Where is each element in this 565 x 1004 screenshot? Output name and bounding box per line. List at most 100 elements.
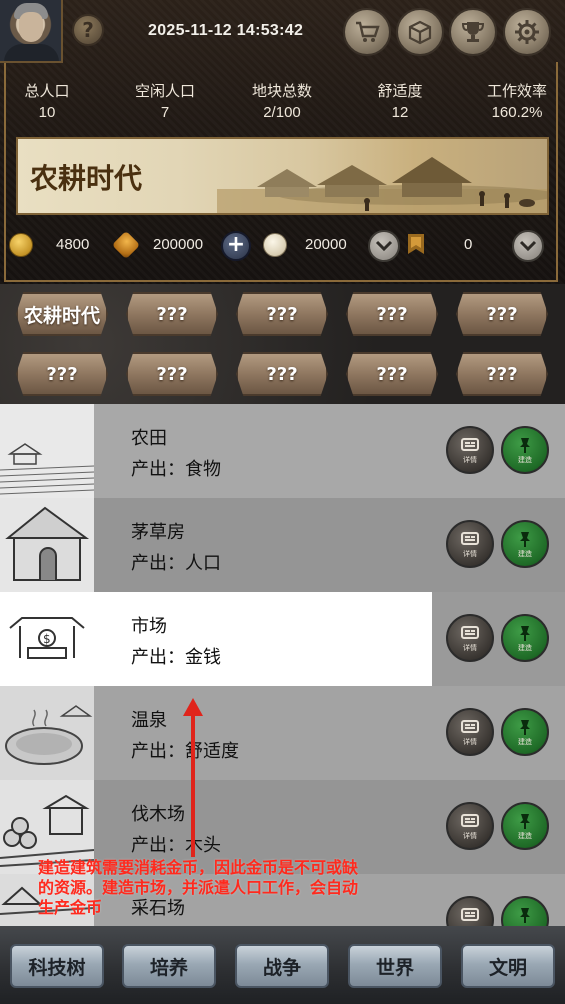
stat-efficiency-value: 160.2%: [491, 104, 543, 121]
cart-icon: [356, 21, 380, 42]
details-button[interactable]: 详情: [446, 520, 494, 568]
details-label: 详情: [463, 831, 477, 840]
village-scene-image: [217, 157, 547, 213]
top-panel: ? 2025-11-12 14:53:42 总人口 10 空闲人口 7 地块总数: [0, 0, 565, 284]
settings-button[interactable]: [503, 8, 551, 56]
tab-locked-era[interactable]: ???: [236, 352, 328, 396]
nav-training[interactable]: 培养: [122, 944, 216, 988]
tab-locked-era[interactable]: ???: [236, 292, 328, 336]
silver-amount: 20000: [305, 236, 347, 253]
details-icon: [461, 437, 479, 451]
stat-comfort-label: 舒适度: [377, 82, 423, 100]
build-label: 建造: [518, 549, 532, 558]
building-output: 产出：金钱: [131, 647, 221, 668]
pin-icon: [520, 907, 530, 923]
details-label: 详情: [463, 549, 477, 558]
stat-total-population-label: 总人口: [24, 82, 70, 100]
stat-efficiency-label: 工作效率: [486, 82, 547, 100]
tutorial-note: 建造建筑需要消耗金币，因此金币是不可或缺的资源。建造市场，并派遣人口工作，会自动…: [38, 858, 359, 917]
details-button[interactable]: 详情: [446, 426, 494, 474]
details-button[interactable]: 详情: [446, 708, 494, 756]
build-button[interactable]: 建造: [501, 614, 549, 662]
build-button[interactable]: 建造: [501, 896, 549, 926]
datetime-display: 2025-11-12 14:53:42: [148, 22, 304, 39]
era-banner: 农耕时代: [16, 137, 549, 215]
pin-icon: [520, 437, 530, 453]
tab-locked-era[interactable]: ???: [346, 292, 438, 336]
details-label: 详情: [463, 455, 477, 464]
details-button[interactable]: 详情: [446, 896, 494, 926]
tab-locked-era[interactable]: ???: [16, 352, 108, 396]
shop-box-button[interactable]: [396, 8, 444, 56]
avatar-face: [19, 12, 43, 42]
expand-resources-button[interactable]: [368, 230, 400, 262]
tab-locked-era[interactable]: ???: [126, 352, 218, 396]
build-button[interactable]: 建造: [501, 708, 549, 756]
chevron-down-icon: [519, 240, 537, 252]
nav-tech-tree[interactable]: 科技树: [10, 944, 104, 988]
gear-icon: [515, 20, 539, 44]
help-button[interactable]: ?: [72, 14, 104, 46]
details-button[interactable]: 详情: [446, 802, 494, 850]
building-row-market[interactable]: $ 市场 产出：金钱 详情 建造: [0, 592, 565, 686]
tab-agriculture-era[interactable]: 农耕时代: [16, 292, 108, 336]
tab-locked-era[interactable]: ???: [126, 292, 218, 336]
tab-locked-era[interactable]: ???: [346, 352, 438, 396]
building-output: 产出：木头: [131, 835, 221, 856]
shop-cart-button[interactable]: [343, 8, 391, 56]
tab-locked-era[interactable]: ???: [456, 292, 548, 336]
building-name: 茅草房: [131, 522, 185, 543]
build-button[interactable]: 建造: [501, 426, 549, 474]
stat-idle-population-value: 7: [160, 104, 170, 121]
stat-idle-population-label: 空闲人口: [134, 82, 195, 100]
build-button[interactable]: 建造: [501, 802, 549, 850]
tab-locked-era[interactable]: ???: [456, 352, 548, 396]
details-icon: [461, 719, 479, 733]
era-title: 农耕时代: [30, 162, 143, 195]
hot-spring-image: [0, 686, 94, 780]
pin-icon: [520, 625, 530, 641]
stat-plots-value: 2/100: [263, 104, 301, 121]
pin-icon: [520, 719, 530, 735]
building-output: 产出：人口: [131, 553, 221, 574]
trophy-icon: [461, 22, 485, 42]
add-resource-button[interactable]: +: [221, 231, 251, 261]
nav-war[interactable]: 战争: [235, 944, 329, 988]
building-name: 市场: [131, 616, 167, 637]
building-row-thatched-house[interactable]: 茅草房 产出：人口 详情 建造: [0, 498, 565, 592]
bottom-nav: 科技树 培养 战争 世界 文明: [0, 926, 565, 1004]
build-button[interactable]: 建造: [501, 520, 549, 568]
special-amount: 0: [464, 236, 473, 253]
build-label: 建造: [518, 831, 532, 840]
build-label: 建造: [518, 455, 532, 464]
svg-text:$: $: [43, 632, 51, 646]
thatched-house-image: [0, 498, 94, 592]
details-icon: [461, 531, 479, 545]
player-avatar[interactable]: [0, 0, 63, 63]
avatar-suit: [4, 44, 59, 61]
build-label: 建造: [518, 737, 532, 746]
silver-coin-icon: [263, 233, 287, 257]
gold-amount: 4800: [56, 236, 90, 253]
building-row-hot-spring[interactable]: 温泉 产出：舒适度 详情 建造: [0, 686, 565, 780]
stat-plots-label: 地块总数: [251, 82, 312, 100]
stat-total-population-value: 10: [38, 104, 56, 121]
resource-bar: 4800 200000 + 20000 0: [0, 229, 565, 262]
details-button[interactable]: 详情: [446, 614, 494, 662]
expand-more-button[interactable]: [512, 230, 544, 262]
era-tabs: 农耕时代 ??? ??? ??? ??? ??? ??? ??? ??? ???: [0, 284, 565, 404]
market-image: $: [0, 592, 94, 686]
farmland-image: [0, 404, 94, 498]
banner-icon: [408, 234, 424, 254]
building-list: 农田 产出：食物 详情 建造 茅草房 产出：人口 详情 建造 $ 市场 产出：金…: [0, 404, 565, 926]
details-icon: [461, 625, 479, 639]
building-name: 温泉: [131, 710, 167, 731]
box-icon: [408, 20, 432, 45]
trophy-button[interactable]: [449, 8, 497, 56]
tutorial-arrow: [191, 712, 195, 857]
nav-world[interactable]: 世界: [348, 944, 442, 988]
pin-icon: [520, 531, 530, 547]
nav-civilization[interactable]: 文明: [461, 944, 555, 988]
details-icon: [461, 813, 479, 827]
building-row-farmland[interactable]: 农田 产出：食物 详情 建造: [0, 404, 565, 498]
